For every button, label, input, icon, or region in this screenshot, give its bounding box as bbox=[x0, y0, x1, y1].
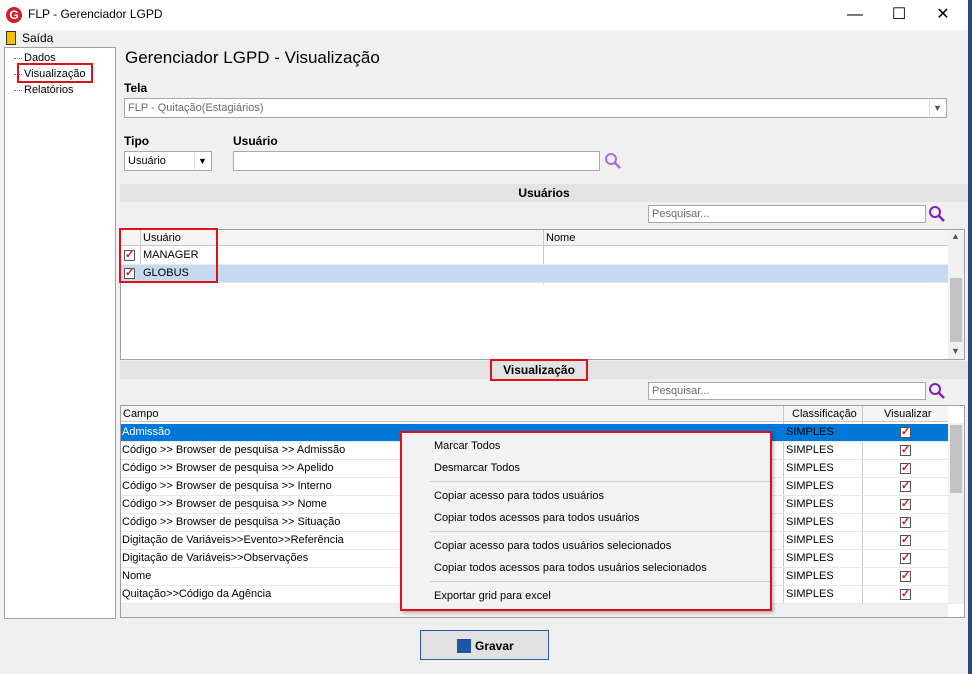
column-header-classificacao[interactable]: Classificação bbox=[792, 405, 857, 423]
column-header-nome[interactable]: Nome bbox=[546, 229, 575, 247]
tree-connector bbox=[14, 90, 22, 91]
visualizar-checkbox[interactable] bbox=[900, 515, 911, 528]
menu-separator bbox=[430, 481, 770, 482]
page-title: Gerenciador LGPD - Visualização bbox=[125, 48, 380, 67]
chevron-down-icon[interactable]: ▼ bbox=[951, 346, 960, 356]
menu-bar bbox=[0, 30, 968, 46]
tree-connector bbox=[14, 58, 22, 59]
annotation-box bbox=[17, 63, 93, 83]
classificacao-cell: SIMPLES bbox=[786, 534, 834, 546]
column-header-campo[interactable]: Campo bbox=[123, 405, 158, 423]
tela-select[interactable]: FLP - Quitação(Estagiários) ▼ bbox=[124, 98, 947, 118]
tipo-value: Usuário bbox=[128, 155, 166, 167]
search-icon[interactable] bbox=[604, 152, 622, 170]
menu-item-desmarcar-todos[interactable]: Desmarcar Todos bbox=[434, 459, 520, 477]
menu-item-copiar-todos-acessos-selecionados[interactable]: Copiar todos acessos para todos usuários… bbox=[434, 559, 707, 577]
floppy-disk-icon bbox=[457, 639, 471, 653]
visualizar-checkbox[interactable] bbox=[900, 461, 911, 474]
minimize-icon[interactable]: — bbox=[832, 0, 878, 30]
annotation-box bbox=[119, 228, 218, 283]
visualizar-checkbox[interactable] bbox=[900, 587, 911, 600]
visualizar-checkbox[interactable] bbox=[900, 533, 911, 546]
classificacao-cell: SIMPLES bbox=[786, 462, 834, 474]
classificacao-cell: SIMPLES bbox=[786, 498, 834, 510]
users-grid-header bbox=[121, 230, 948, 246]
app-logo-icon: G bbox=[6, 7, 22, 23]
close-icon[interactable]: ✕ bbox=[920, 0, 966, 30]
classificacao-cell: SIMPLES bbox=[786, 444, 834, 456]
users-scrollbar-thumb[interactable] bbox=[950, 278, 962, 342]
column-header-visualizar[interactable]: Visualizar bbox=[884, 405, 932, 423]
visualizar-checkbox[interactable] bbox=[900, 479, 911, 492]
chevron-down-icon[interactable]: ▼ bbox=[929, 100, 945, 116]
window-title: FLP - Gerenciador LGPD bbox=[28, 7, 163, 21]
search-icon[interactable] bbox=[928, 382, 946, 400]
users-search-input[interactable]: Pesquisar... bbox=[648, 205, 926, 223]
visualizar-checkbox[interactable] bbox=[900, 551, 911, 564]
exit-door-icon[interactable] bbox=[6, 31, 16, 45]
table-row[interactable] bbox=[121, 247, 948, 265]
save-button[interactable]: Gravar bbox=[420, 630, 549, 660]
menu-item-copiar-acesso-todos[interactable]: Copiar acesso para todos usuários bbox=[434, 487, 604, 505]
tela-label: Tela bbox=[124, 81, 148, 95]
classificacao-cell: SIMPLES bbox=[786, 426, 834, 438]
maximize-icon[interactable]: ☐ bbox=[876, 0, 922, 30]
menu-item-exportar-excel[interactable]: Exportar grid para excel bbox=[434, 587, 551, 605]
background-window-edge bbox=[968, 0, 972, 674]
classificacao-cell: SIMPLES bbox=[786, 588, 834, 600]
visualizar-checkbox[interactable] bbox=[900, 497, 911, 510]
visualizar-checkbox[interactable] bbox=[900, 425, 911, 438]
view-section-title: Visualização bbox=[490, 359, 588, 381]
exit-menu-item[interactable]: Saída bbox=[22, 31, 53, 45]
classificacao-cell: SIMPLES bbox=[786, 480, 834, 492]
classificacao-cell: SIMPLES bbox=[786, 552, 834, 564]
classificacao-cell: SIMPLES bbox=[786, 516, 834, 528]
menu-item-copiar-todos-acessos[interactable]: Copiar todos acessos para todos usuários bbox=[434, 509, 639, 527]
view-search-input[interactable]: Pesquisar... bbox=[648, 382, 926, 400]
usuario-input[interactable] bbox=[233, 151, 600, 171]
tree-item-relatorios[interactable]: Relatórios bbox=[24, 83, 74, 97]
tipo-select[interactable]: Usuário ▼ bbox=[124, 151, 212, 171]
context-menu: Marcar Todos Desmarcar Todos Copiar aces… bbox=[400, 431, 772, 611]
tipo-label: Tipo bbox=[124, 134, 150, 148]
menu-item-marcar-todos[interactable]: Marcar Todos bbox=[434, 437, 500, 455]
view-scrollbar-thumb[interactable] bbox=[950, 425, 962, 493]
tela-value: FLP - Quitação(Estagiários) bbox=[128, 102, 264, 114]
users-section-header: Usuários bbox=[120, 184, 968, 202]
classificacao-cell: SIMPLES bbox=[786, 570, 834, 582]
save-button-label: Gravar bbox=[475, 639, 514, 653]
chevron-up-icon[interactable]: ▲ bbox=[951, 231, 960, 241]
search-icon[interactable] bbox=[928, 205, 946, 223]
chevron-down-icon[interactable]: ▼ bbox=[194, 153, 210, 169]
visualizar-checkbox[interactable] bbox=[900, 569, 911, 582]
visualizar-checkbox[interactable] bbox=[900, 443, 911, 456]
menu-item-copiar-acesso-selecionados[interactable]: Copiar acesso para todos usuários seleci… bbox=[434, 537, 671, 555]
usuario-label: Usuário bbox=[233, 134, 278, 148]
menu-separator bbox=[430, 581, 770, 582]
table-row[interactable] bbox=[121, 265, 948, 283]
menu-separator bbox=[430, 531, 770, 532]
navigation-tree bbox=[4, 47, 116, 619]
